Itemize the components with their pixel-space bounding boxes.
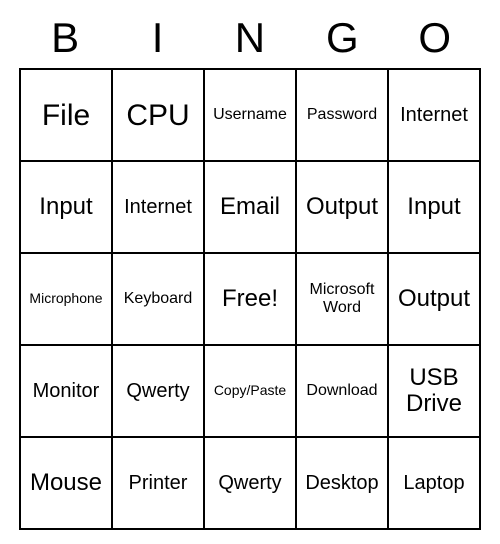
bingo-cell[interactable]: Output xyxy=(388,253,480,345)
bingo-cell[interactable]: USB Drive xyxy=(388,345,480,437)
header-letter-n: N xyxy=(204,14,296,62)
bingo-cell[interactable]: Qwerty xyxy=(204,437,296,529)
bingo-cell[interactable]: Keyboard xyxy=(112,253,204,345)
bingo-cell[interactable]: Output xyxy=(296,161,388,253)
bingo-cell[interactable]: CPU xyxy=(112,69,204,161)
header-letter-i: I xyxy=(112,14,204,62)
bingo-cell[interactable]: Email xyxy=(204,161,296,253)
bingo-cell[interactable]: Internet xyxy=(388,69,480,161)
bingo-cell[interactable]: Microphone xyxy=(20,253,112,345)
bingo-cell[interactable]: Printer xyxy=(112,437,204,529)
bingo-cell[interactable]: Download xyxy=(296,345,388,437)
bingo-cell[interactable]: Username xyxy=(204,69,296,161)
bingo-cell[interactable]: Input xyxy=(20,161,112,253)
bingo-cell[interactable]: Copy/Paste xyxy=(204,345,296,437)
bingo-grid: File CPU Username Password Internet Inpu… xyxy=(19,68,481,530)
bingo-cell[interactable]: File xyxy=(20,69,112,161)
bingo-cell[interactable]: Microsoft Word xyxy=(296,253,388,345)
header-letter-b: B xyxy=(19,14,111,62)
bingo-cell[interactable]: Desktop xyxy=(296,437,388,529)
bingo-cell[interactable]: Input xyxy=(388,161,480,253)
bingo-cell[interactable]: Mouse xyxy=(20,437,112,529)
bingo-cell[interactable]: Laptop xyxy=(388,437,480,529)
bingo-cell-free[interactable]: Free! xyxy=(204,253,296,345)
bingo-cell[interactable]: Monitor xyxy=(20,345,112,437)
bingo-cell[interactable]: Qwerty xyxy=(112,345,204,437)
bingo-header-row: B I N G O xyxy=(19,14,481,62)
bingo-cell[interactable]: Internet xyxy=(112,161,204,253)
bingo-cell[interactable]: Password xyxy=(296,69,388,161)
header-letter-g: G xyxy=(296,14,388,62)
header-letter-o: O xyxy=(389,14,481,62)
